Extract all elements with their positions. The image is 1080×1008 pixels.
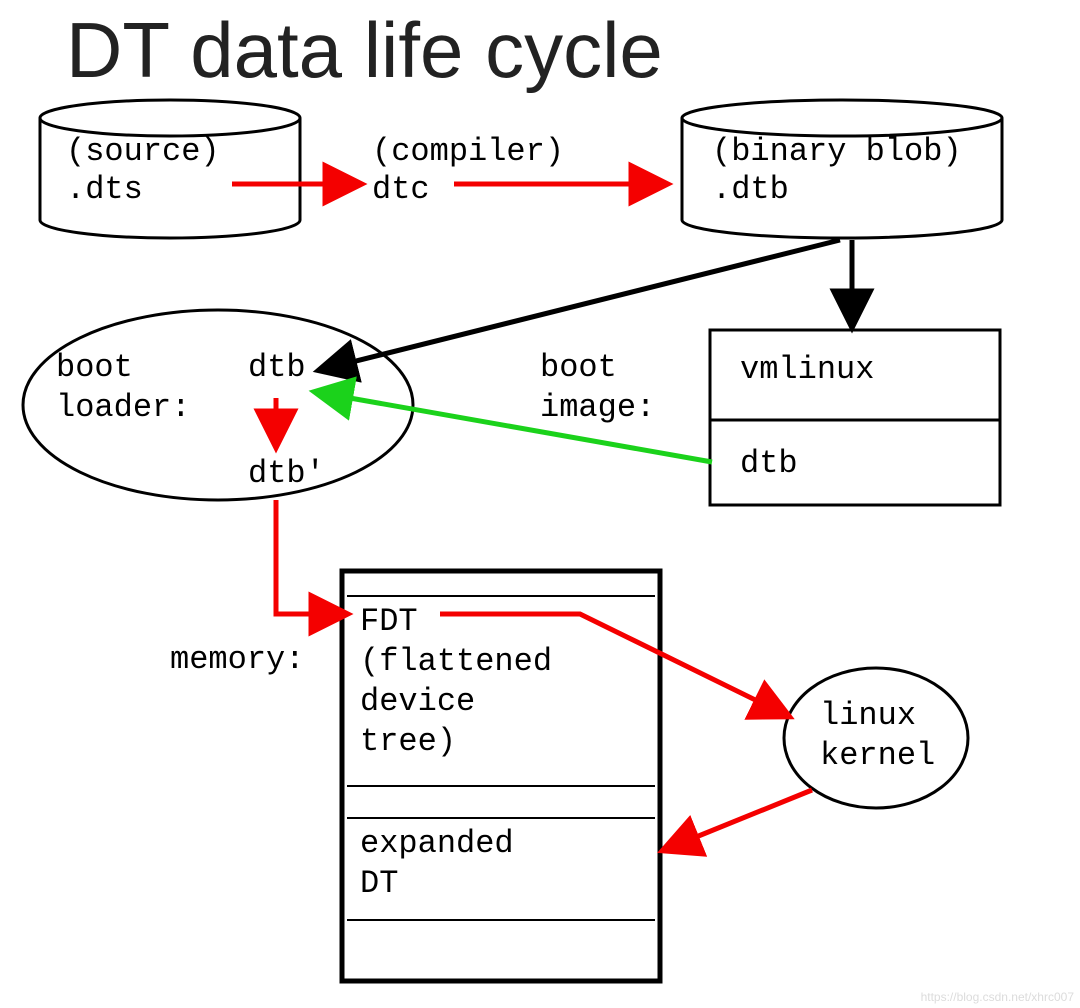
label-bootloader: boot loader: xyxy=(56,348,190,428)
arrow-dtbp-to-fdt xyxy=(276,500,346,614)
label-kernel: linux kernel xyxy=(820,696,935,776)
label-memory: memory: xyxy=(170,640,304,680)
label-bootimage-vmlinux: vmlinux xyxy=(740,350,874,390)
label-bootloader-dtbp: dtb' xyxy=(248,454,325,494)
label-bootimage-dtb: dtb xyxy=(740,444,798,484)
arrow-kernel-to-expanded xyxy=(664,790,812,850)
label-memory-expanded: expanded DT xyxy=(360,824,514,904)
label-bootimage: boot image: xyxy=(540,348,655,428)
label-binary-1: (binary blob) xyxy=(712,132,962,172)
label-bootloader-dtb: dtb xyxy=(248,348,306,388)
watermark: https://blog.csdn.net/xhrc007 xyxy=(921,990,1074,1004)
label-compiler-1: (compiler) xyxy=(372,132,564,172)
page-title: DT data life cycle xyxy=(66,5,663,96)
label-compiler-2: dtc xyxy=(372,170,430,210)
label-source-2: .dts xyxy=(66,170,143,210)
label-memory-fdt: FDT (flattened device tree) xyxy=(360,602,552,762)
label-source-1: (source) xyxy=(66,132,220,172)
label-binary-2: .dtb xyxy=(712,170,789,210)
